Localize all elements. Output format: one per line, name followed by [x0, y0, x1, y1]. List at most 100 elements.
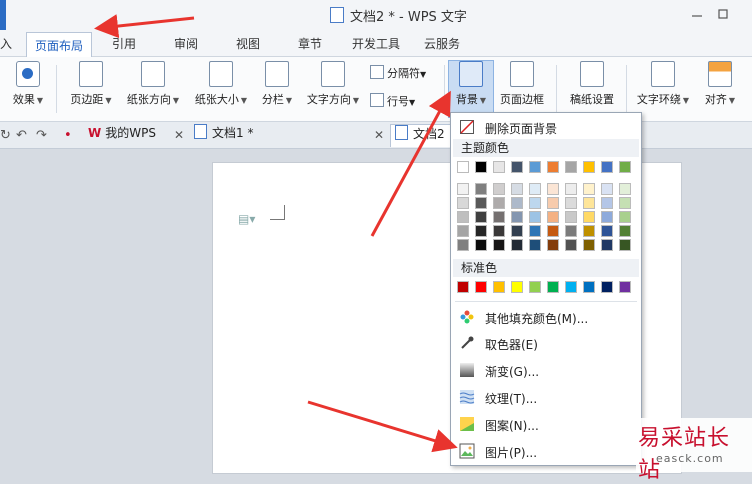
color-swatch[interactable] — [475, 161, 487, 173]
color-swatch[interactable] — [619, 281, 631, 293]
doc-tab-doc2[interactable]: 文档2 — [390, 124, 456, 147]
color-swatch[interactable] — [601, 211, 613, 223]
tab-view[interactable]: 视图 — [236, 35, 260, 52]
columns-button[interactable]: 分栏 ▼ — [257, 61, 297, 107]
color-swatch[interactable] — [457, 183, 469, 195]
color-swatch[interactable] — [619, 161, 631, 173]
color-swatch[interactable] — [547, 239, 559, 251]
color-swatch[interactable] — [493, 211, 505, 223]
color-swatch[interactable] — [457, 239, 469, 251]
tab-developer[interactable]: 开发工具 — [352, 35, 400, 52]
page-border-button[interactable]: 页面边框 — [496, 61, 548, 107]
manuscript-button[interactable]: 稿纸设置 — [564, 61, 620, 107]
separator-button[interactable]: 分隔符▼ — [370, 65, 426, 81]
tab-references[interactable]: 引用 — [112, 35, 136, 52]
color-swatch[interactable] — [565, 225, 577, 237]
paper-size-button[interactable]: 纸张大小 ▼ — [190, 61, 252, 107]
color-swatch[interactable] — [511, 183, 523, 195]
color-swatch[interactable] — [457, 281, 469, 293]
tab-review[interactable]: 审阅 — [174, 35, 198, 52]
color-swatch[interactable] — [601, 239, 613, 251]
color-swatch[interactable] — [583, 239, 595, 251]
close-icon[interactable]: ✕ — [374, 128, 384, 142]
minimize-icon[interactable] — [690, 8, 704, 20]
color-swatch[interactable] — [493, 281, 505, 293]
color-swatch[interactable] — [619, 197, 631, 209]
tab-insert[interactable]: 入 — [0, 35, 12, 52]
color-swatch[interactable] — [511, 161, 523, 173]
color-swatch[interactable] — [475, 281, 487, 293]
doc-tab-my-wps[interactable]: W 我的WPS ✕ — [88, 124, 188, 146]
color-swatch[interactable] — [583, 183, 595, 195]
doc-tab-doc1[interactable]: 文档1 * ✕ — [194, 124, 388, 146]
picture-item[interactable]: 图片(P)... — [451, 439, 641, 463]
text-direction-button[interactable]: 文字方向 ▼ — [302, 61, 364, 107]
align-button[interactable]: 对齐 ▼ — [700, 61, 740, 107]
color-swatch[interactable] — [511, 211, 523, 223]
color-swatch[interactable] — [475, 239, 487, 251]
color-swatch[interactable] — [511, 225, 523, 237]
color-swatch[interactable] — [529, 281, 541, 293]
color-swatch[interactable] — [583, 197, 595, 209]
color-swatch[interactable] — [457, 197, 469, 209]
color-swatch[interactable] — [601, 225, 613, 237]
color-swatch[interactable] — [511, 239, 523, 251]
color-swatch[interactable] — [547, 161, 559, 173]
color-swatch[interactable] — [565, 183, 577, 195]
color-swatch[interactable] — [583, 225, 595, 237]
color-swatch[interactable] — [529, 197, 541, 209]
background-button[interactable]: 背景 ▼ — [448, 60, 494, 118]
more-fill-colors-item[interactable]: 其他填充颜色(M)... — [451, 305, 641, 329]
restore-icon[interactable] — [716, 8, 730, 20]
color-swatch[interactable] — [601, 161, 613, 173]
color-swatch[interactable] — [475, 211, 487, 223]
tab-page-layout[interactable]: 页面布局 — [26, 32, 93, 61]
color-swatch[interactable] — [493, 183, 505, 195]
paragraph-icon[interactable]: ▤▾ — [238, 212, 255, 226]
color-swatch[interactable] — [493, 239, 505, 251]
color-swatch[interactable] — [457, 161, 469, 173]
color-swatch[interactable] — [529, 239, 541, 251]
color-swatch[interactable] — [547, 281, 559, 293]
line-number-button[interactable]: 行号▼ — [370, 93, 415, 109]
color-swatch[interactable] — [493, 197, 505, 209]
texture-item[interactable]: 纹理(T)... — [451, 385, 641, 409]
color-swatch[interactable] — [511, 281, 523, 293]
color-swatch[interactable] — [547, 197, 559, 209]
redo-icon[interactable]: ↻ — [0, 128, 11, 143]
color-swatch[interactable] — [511, 197, 523, 209]
color-swatch[interactable] — [529, 183, 541, 195]
color-swatch[interactable] — [493, 225, 505, 237]
color-swatch[interactable] — [601, 197, 613, 209]
color-swatch[interactable] — [583, 281, 595, 293]
app-menu-strip[interactable] — [0, 0, 6, 30]
color-swatch[interactable] — [565, 239, 577, 251]
color-swatch[interactable] — [583, 161, 595, 173]
tab-cloud[interactable]: 云服务 — [424, 35, 460, 52]
undo-icon[interactable]: ↶ — [16, 128, 27, 143]
color-swatch[interactable] — [457, 225, 469, 237]
text-wrap-button[interactable]: 文字环绕 ▼ — [632, 61, 694, 107]
effects-button[interactable]: 效果 ▼ — [8, 61, 48, 107]
orientation-button[interactable]: 纸张方向 ▼ — [122, 61, 184, 107]
color-swatch[interactable] — [565, 211, 577, 223]
remove-background-item[interactable]: 删除页面背景 — [451, 115, 641, 139]
color-swatch[interactable] — [547, 211, 559, 223]
color-swatch[interactable] — [565, 197, 577, 209]
tab-sections[interactable]: 章节 — [298, 35, 322, 52]
eyedropper-item[interactable]: 取色器(E) — [451, 331, 641, 355]
color-swatch[interactable] — [583, 211, 595, 223]
color-swatch[interactable] — [529, 225, 541, 237]
color-swatch[interactable] — [619, 183, 631, 195]
color-swatch[interactable] — [565, 161, 577, 173]
color-swatch[interactable] — [547, 225, 559, 237]
pin-icon[interactable]: • — [64, 128, 72, 143]
color-swatch[interactable] — [475, 197, 487, 209]
color-swatch[interactable] — [619, 211, 631, 223]
color-swatch[interactable] — [601, 183, 613, 195]
color-swatch[interactable] — [547, 183, 559, 195]
redo-arrow-icon[interactable]: ↷ — [36, 128, 47, 143]
color-swatch[interactable] — [529, 161, 541, 173]
color-swatch[interactable] — [619, 239, 631, 251]
close-icon[interactable]: ✕ — [174, 128, 184, 142]
